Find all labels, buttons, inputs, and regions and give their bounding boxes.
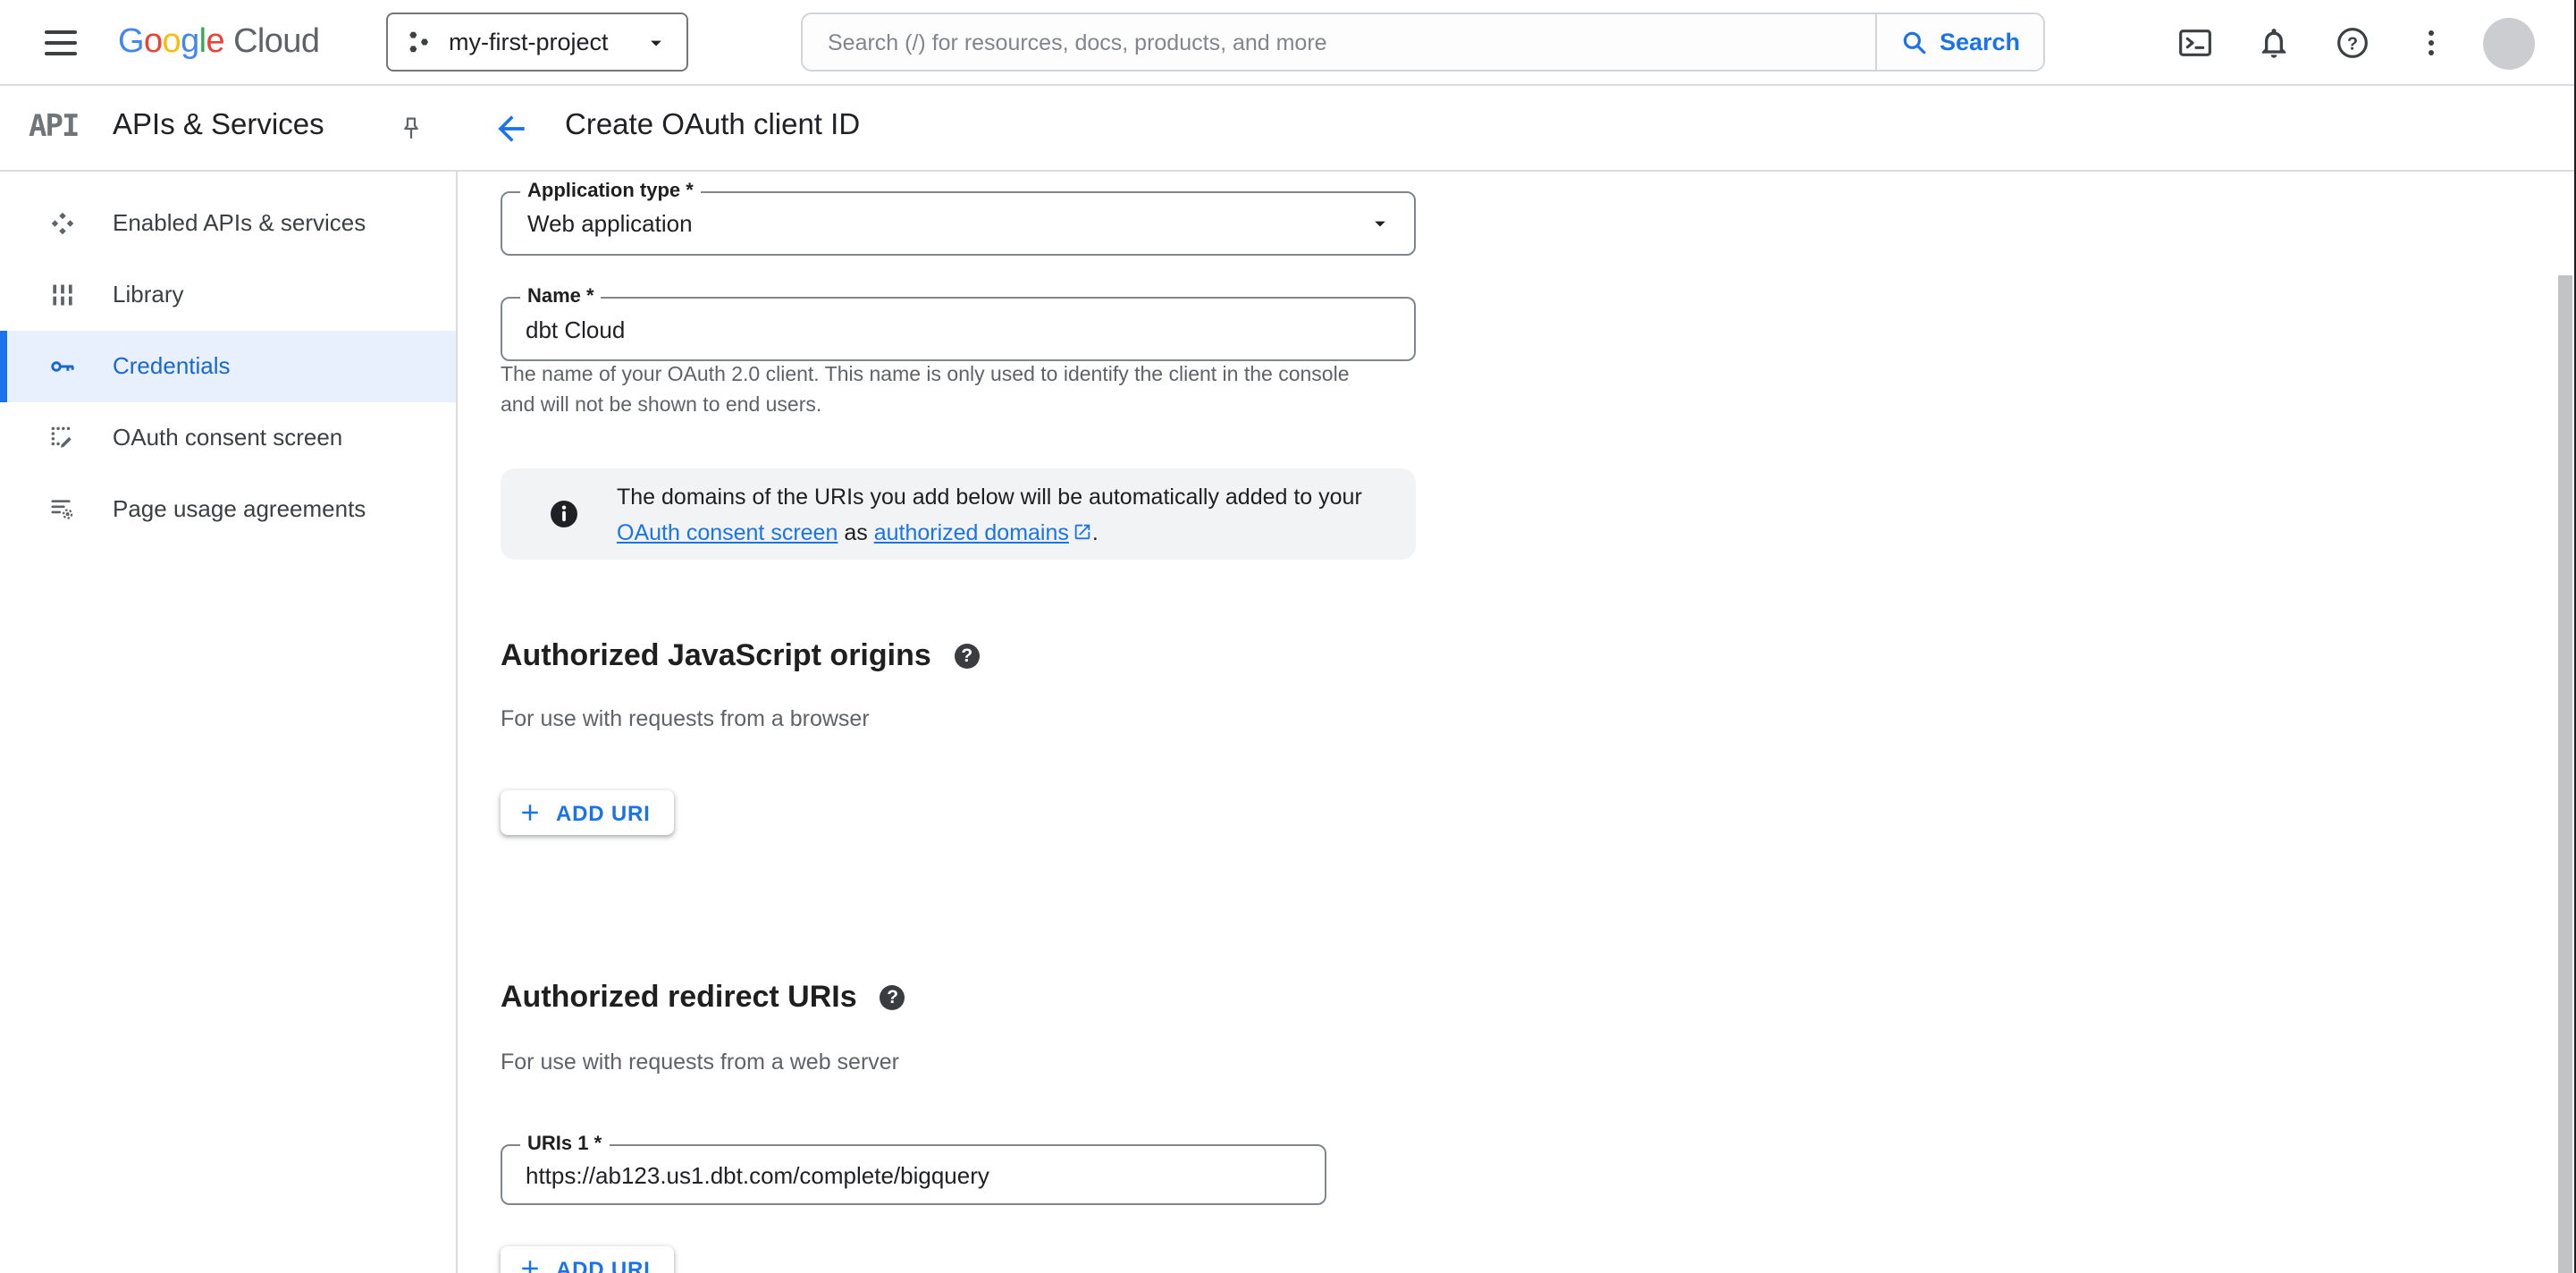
notifications-icon[interactable] [2256,25,2292,61]
uri-field: URIs 1 * [501,1134,1326,1205]
redirect-uris-subtitle: For use with requests from a web server [501,1050,899,1075]
sidebar-divider [456,86,458,1273]
name-field: Name * [501,286,1416,361]
logo-letter-2: o [162,23,181,61]
google-cloud-console: Google Cloud my-first-project Search (/)… [0,0,2576,1273]
project-name: my-first-project [449,29,609,55]
logo-cloud-text: Cloud [233,23,320,61]
sidebar-item-library[interactable]: Library [0,259,456,331]
back-arrow-icon[interactable] [492,109,531,148]
help-icon[interactable]: ? [2335,25,2370,61]
add-uri-button-redirects[interactable]: ADD URI [501,1246,674,1273]
sub-header: API APIs & Services Create OAuth client … [0,86,2576,172]
name-input[interactable] [502,299,1414,359]
product-title: APIs & Services [113,109,324,141]
sidebar-item-oauth-consent[interactable]: OAuth consent screen [0,402,456,474]
search-input[interactable] [803,14,1875,70]
application-type-label: Application type * [520,181,701,204]
key-icon [51,361,74,372]
plus-icon [522,805,538,821]
dropdown-caret-icon [1375,221,1385,227]
redirect-uris-heading: Authorized redirect URIs ? [501,980,905,1016]
search-bar: Search [801,13,2045,72]
logo-letter-3: g [181,23,199,61]
menu-icon[interactable] [45,30,77,55]
main-content: Application type * Web application Name … [458,172,2576,1273]
search-icon [1903,30,1926,54]
plus-icon [522,1260,538,1273]
avatar[interactable] [2483,17,2535,69]
sidebar-item-credentials[interactable]: Credentials [0,331,456,402]
api-product-icon: API [29,109,80,145]
info-notice-text: The domains of the URIs you add below wi… [617,478,1364,550]
scrollbar-thumb[interactable] [2557,275,2572,1273]
js-origins-subtitle: For use with requests from a browser [501,706,870,731]
agreements-icon [51,500,73,519]
logo-letter-0: G [118,23,145,61]
consent-screen-icon [51,426,72,448]
search-button-label: Search [1939,29,2021,55]
page-title: Create OAuth client ID [565,109,861,141]
sidebar-item-label: Credentials [113,352,231,379]
name-helper-text: The name of your OAuth 2.0 client. This … [501,365,1350,416]
top-app-bar: Google Cloud my-first-project Search (/)… [0,0,2576,86]
sidebar-item-page-usage[interactable]: Page usage agreements [0,474,456,545]
js-origins-help-icon[interactable]: ? [954,644,980,669]
more-vertical-icon[interactable] [2413,25,2449,61]
pin-icon[interactable] [397,114,425,143]
selected-indicator [0,331,7,402]
cloud-shell-icon[interactable] [2177,25,2213,61]
sidebar-item-enabled-apis[interactable]: Enabled APIs & services [0,188,456,259]
sidebar-item-label: Enabled APIs & services [113,209,366,236]
authorized-domains-link[interactable]: authorized domains [874,519,1069,544]
library-icon [53,284,72,306]
add-uri-button-origins[interactable]: ADD URI [501,790,674,835]
sidebar: Enabled APIs & services Library Credenti… [0,172,456,1273]
info-icon [551,501,577,527]
logo-letter-4: l [198,23,206,61]
js-origins-heading-text: Authorized JavaScript origins [501,638,931,672]
search-button[interactable]: Search [1875,14,2043,70]
logo-letter-1: o [143,23,163,61]
chevron-down-icon [651,39,661,46]
oauth-consent-screen-link[interactable]: OAuth consent screen [617,519,838,544]
js-origins-heading: Authorized JavaScript origins ? [501,638,980,674]
redirect-uris-heading-text: Authorized redirect URIs [501,980,857,1014]
svg-text:?: ? [2347,34,2358,54]
sidebar-item-label: OAuth consent screen [113,424,343,451]
open-in-new-icon [1074,523,1090,539]
notice-prefix: The domains of the URIs you add below wi… [617,484,1362,509]
notice-suffix: . [1091,519,1099,544]
uri-input[interactable] [502,1146,1325,1203]
project-selector[interactable]: my-first-project [386,13,688,72]
logo-letter-5: e [206,23,225,61]
add-uri-label: ADD URI [556,1256,651,1273]
redirect-uris-help-icon[interactable]: ? [880,985,905,1010]
application-type-value: Web application [527,210,693,237]
notice-infix: as [838,519,874,544]
sidebar-item-label: Page usage agreements [113,495,366,522]
sidebar-item-label: Library [113,281,184,308]
google-cloud-logo[interactable]: Google Cloud [118,0,320,86]
enabled-apis-icon [51,212,74,235]
add-uri-label: ADD URI [556,800,651,825]
project-icon [409,31,428,53]
application-type-select[interactable]: Application type * Web application [501,181,1416,256]
info-notice: The domains of the URIs you add below wi… [501,468,1416,560]
